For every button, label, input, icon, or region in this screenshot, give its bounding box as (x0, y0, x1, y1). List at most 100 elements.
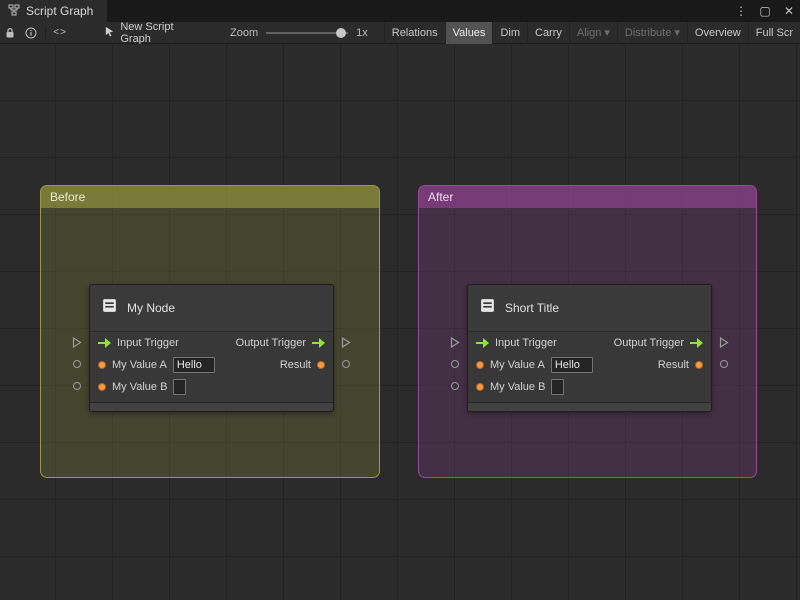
value-port-icon (476, 383, 484, 391)
tab-script-graph[interactable]: Script Graph (0, 0, 108, 22)
input-trigger[interactable]: Input Trigger (476, 337, 557, 349)
toolbar-buttons: Relations Values Dim Carry Align ▾ Distr… (383, 21, 800, 44)
zoom-label: Zoom (230, 26, 259, 39)
node-title: Short Title (505, 301, 560, 315)
info-icon[interactable] (20, 22, 40, 44)
value-a-input[interactable] (172, 357, 215, 373)
port-label: My Value B (490, 381, 546, 393)
result-port[interactable] (720, 360, 728, 368)
script-graph-icon (8, 4, 20, 19)
port-row-triggers: Input Trigger Output Trigger (90, 332, 333, 354)
chevron-down-icon: ▾ (604, 27, 610, 39)
value-b-input[interactable] (173, 379, 187, 395)
port-label: Result (279, 359, 311, 371)
port-row-value-b: My Value B (468, 376, 711, 398)
value-port-icon (98, 361, 106, 369)
node-footer (90, 402, 333, 411)
output-trigger-port[interactable] (719, 337, 729, 348)
node-ports: Input Trigger Output Trigger My Value A … (468, 332, 711, 398)
node-header[interactable]: Short Title (468, 285, 711, 332)
zoom-slider[interactable] (266, 27, 349, 39)
overview-button[interactable]: Overview (686, 21, 748, 44)
toolbar-separator (44, 25, 46, 40)
trigger-arrow-icon (690, 338, 703, 348)
relations-button[interactable]: Relations (383, 21, 445, 44)
tab-title: Script Graph (26, 4, 94, 18)
graph-canvas[interactable]: Before My Node Input Trigger Output Trig… (0, 44, 800, 600)
graph-toolbar: <> New Script Graph Zoom 1x Relations Va… (0, 21, 800, 45)
group-before[interactable]: Before My Node Input Trigger Output Trig… (40, 185, 380, 478)
group-header[interactable]: After (419, 186, 756, 208)
input-trigger[interactable]: Input Trigger (98, 337, 179, 349)
value-a[interactable]: My Value A (98, 357, 215, 373)
trigger-arrow-icon (476, 338, 489, 348)
tab-bar: Script Graph ⋮ ▢ ✕ (0, 0, 800, 22)
dim-button[interactable]: Dim (492, 21, 527, 44)
node-ports: Input Trigger Output Trigger My Value A … (90, 332, 333, 398)
kebab-menu-icon[interactable]: ⋮ (734, 4, 748, 18)
port-label: My Value A (490, 359, 545, 371)
align-button[interactable]: Align ▾ (568, 21, 617, 44)
script-graph-window: Script Graph ⋮ ▢ ✕ <> New Script Graph Z… (0, 0, 800, 600)
values-button[interactable]: Values (444, 21, 493, 44)
port-row-value-a: My Value A Result (468, 354, 711, 376)
align-label: Align (576, 26, 602, 39)
result-port[interactable] (342, 360, 350, 368)
node-footer (468, 402, 711, 411)
port-label: My Value B (112, 381, 168, 393)
port-label: Result (657, 359, 689, 371)
input-trigger-port[interactable] (450, 337, 460, 348)
value-b[interactable]: My Value B (98, 379, 187, 395)
value-port-icon (476, 361, 484, 369)
distribute-button[interactable]: Distribute ▾ (616, 21, 687, 44)
value-port-icon (98, 383, 106, 391)
chevron-down-icon: ▾ (674, 27, 680, 39)
result[interactable]: Result (280, 359, 325, 371)
port-label: Output Trigger (613, 337, 684, 349)
group-title: Before (50, 190, 86, 204)
value-b[interactable]: My Value B (476, 379, 565, 395)
port-label: Input Trigger (117, 337, 179, 349)
trigger-arrow-icon (312, 338, 325, 348)
node-title: My Node (127, 301, 176, 315)
graph-cursor-icon (104, 26, 115, 40)
output-trigger[interactable]: Output Trigger (614, 337, 703, 349)
maximize-icon[interactable]: ▢ (758, 4, 772, 18)
port-label: My Value A (112, 359, 167, 371)
code-view-icon[interactable]: <> (50, 22, 70, 44)
port-row-value-a: My Value A Result (90, 354, 333, 376)
close-icon[interactable]: ✕ (782, 4, 796, 18)
result[interactable]: Result (658, 359, 703, 371)
lock-icon[interactable] (0, 22, 20, 44)
graph-name-label: New Script Graph (120, 20, 174, 45)
value-a-port[interactable] (451, 360, 459, 368)
fullscreen-button[interactable]: Full Scr (747, 21, 800, 44)
unit-icon (479, 297, 496, 319)
value-a-input[interactable] (550, 357, 593, 373)
value-a-port[interactable] (73, 360, 81, 368)
value-b-port[interactable] (451, 382, 459, 390)
zoom-value: 1x (356, 26, 368, 39)
zoom-slider-knob[interactable] (336, 27, 347, 38)
zoom-control: Zoom 1x (230, 27, 368, 39)
node-short-title[interactable]: Short Title Input Trigger Output Trigger (467, 284, 712, 412)
group-header[interactable]: Before (41, 186, 379, 208)
trigger-arrow-icon (98, 338, 111, 348)
port-row-triggers: Input Trigger Output Trigger (468, 332, 711, 354)
output-trigger[interactable]: Output Trigger (236, 337, 325, 349)
output-trigger-port[interactable] (341, 337, 351, 348)
distribute-label: Distribute (624, 26, 672, 39)
group-after[interactable]: After Short Title Input Trigger Output T… (418, 185, 757, 478)
port-row-value-b: My Value B (90, 376, 333, 398)
value-a[interactable]: My Value A (476, 357, 593, 373)
input-trigger-port[interactable] (72, 337, 82, 348)
node-header[interactable]: My Node (90, 285, 333, 332)
value-b-port[interactable] (73, 382, 81, 390)
unit-icon (101, 297, 118, 319)
group-title: After (428, 190, 454, 204)
graph-name[interactable]: New Script Graph (104, 21, 200, 45)
value-b-input[interactable] (551, 379, 565, 395)
node-my-node[interactable]: My Node Input Trigger Output Trigger My … (89, 284, 334, 412)
port-label: Output Trigger (235, 337, 306, 349)
carry-button[interactable]: Carry (527, 21, 569, 44)
